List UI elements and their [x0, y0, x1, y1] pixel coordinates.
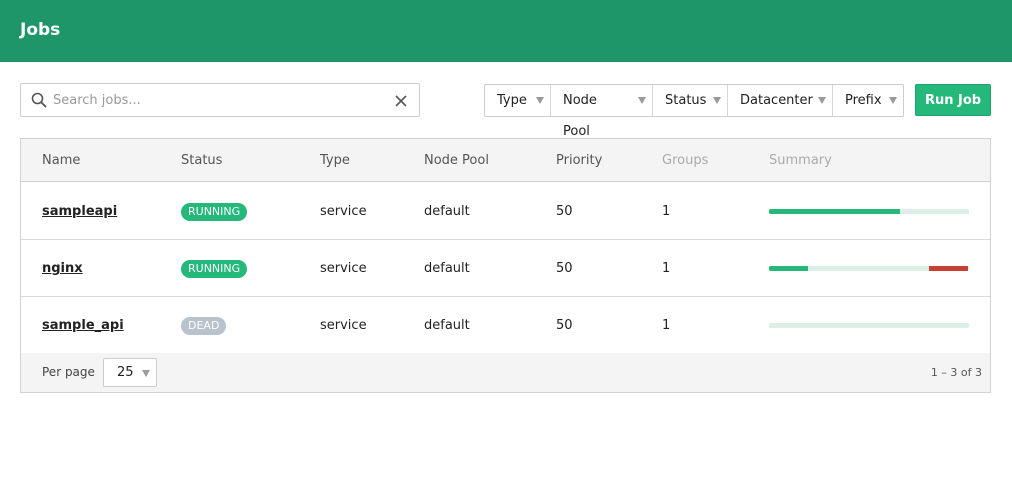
chevron-down-icon: [638, 97, 646, 104]
filter-status-dropdown[interactable]: Status: [653, 85, 728, 116]
job-priority: 50: [556, 204, 573, 219]
job-groups: 1: [662, 261, 671, 276]
per-page-value: 25: [117, 365, 134, 380]
chevron-down-icon: [142, 370, 150, 377]
job-name-link[interactable]: nginx: [42, 261, 83, 276]
job-type: service: [320, 204, 367, 219]
job-name-link[interactable]: sample_api: [42, 318, 124, 333]
search-icon: [31, 92, 47, 108]
column-header-type[interactable]: Type: [320, 153, 350, 168]
summary-segment-empty: [769, 323, 969, 328]
pagination-range: 1 – 3 of 3: [930, 366, 982, 379]
table-footer: Per page 25 1 – 3 of 3: [21, 353, 990, 392]
chevron-down-icon: [889, 97, 897, 104]
search-box[interactable]: [20, 83, 420, 117]
run-job-button[interactable]: Run Job: [915, 84, 991, 116]
search-input[interactable]: [53, 88, 383, 112]
status-badge: DEAD: [181, 317, 227, 335]
job-type: service: [320, 261, 367, 276]
filter-prefix-dropdown[interactable]: Prefix: [833, 85, 903, 116]
filter-node-pool-label: Node Pool: [563, 93, 597, 139]
per-page-label: Per page: [42, 365, 95, 379]
allocation-summary-bar: [769, 323, 969, 328]
jobs-table: Name Status Type Node Pool Priority Grou…: [20, 138, 991, 393]
filter-status-label: Status: [665, 93, 707, 108]
job-type: service: [320, 318, 367, 333]
filter-type-dropdown[interactable]: Type: [485, 85, 551, 116]
page-title: Jobs: [20, 20, 61, 40]
job-groups: 1: [662, 204, 671, 219]
allocation-summary-bar: [769, 209, 969, 214]
job-name-link[interactable]: sampleapi: [42, 204, 117, 219]
summary-segment-running: [769, 266, 808, 271]
table-header: Name Status Type Node Pool Priority Grou…: [21, 139, 990, 182]
column-header-name[interactable]: Name: [42, 153, 80, 168]
table-row[interactable]: nginx RUNNING service default 50 1: [21, 240, 990, 297]
top-bar: Jobs: [0, 0, 1012, 62]
status-badge: RUNNING: [181, 203, 248, 221]
chevron-down-icon: [713, 97, 721, 104]
column-header-groups: Groups: [662, 153, 709, 168]
job-node-pool: default: [424, 318, 470, 333]
chevron-down-icon: [536, 97, 544, 104]
filter-datacenter-dropdown[interactable]: Datacenter: [728, 85, 833, 116]
filter-bar: Type Node Pool Status Datacenter Prefix: [484, 84, 904, 139]
summary-segment-empty: [809, 266, 929, 271]
chevron-down-icon: [818, 97, 826, 104]
summary-segment-running: [769, 209, 900, 214]
job-priority: 50: [556, 318, 573, 333]
column-header-priority[interactable]: Priority: [556, 153, 602, 168]
filter-type-label: Type: [497, 93, 527, 108]
job-node-pool: default: [424, 204, 470, 219]
column-header-status[interactable]: Status: [181, 153, 222, 168]
column-header-node-pool[interactable]: Node Pool: [424, 153, 489, 168]
filter-node-pool-dropdown[interactable]: Node Pool: [551, 85, 653, 139]
close-icon[interactable]: [393, 93, 409, 109]
filter-datacenter-label: Datacenter: [740, 93, 813, 108]
table-row[interactable]: sample_api DEAD service default 50 1: [21, 297, 990, 354]
column-header-summary: Summary: [769, 153, 832, 168]
job-node-pool: default: [424, 261, 470, 276]
filter-prefix-label: Prefix: [845, 93, 882, 108]
allocation-summary-bar: [769, 266, 969, 271]
table-row[interactable]: sampleapi RUNNING service default 50 1: [21, 183, 990, 240]
summary-segment-failed: [929, 266, 968, 271]
status-badge: RUNNING: [181, 260, 248, 278]
job-groups: 1: [662, 318, 671, 333]
summary-segment-empty: [901, 209, 969, 214]
per-page-select[interactable]: 25: [103, 358, 157, 387]
job-priority: 50: [556, 261, 573, 276]
